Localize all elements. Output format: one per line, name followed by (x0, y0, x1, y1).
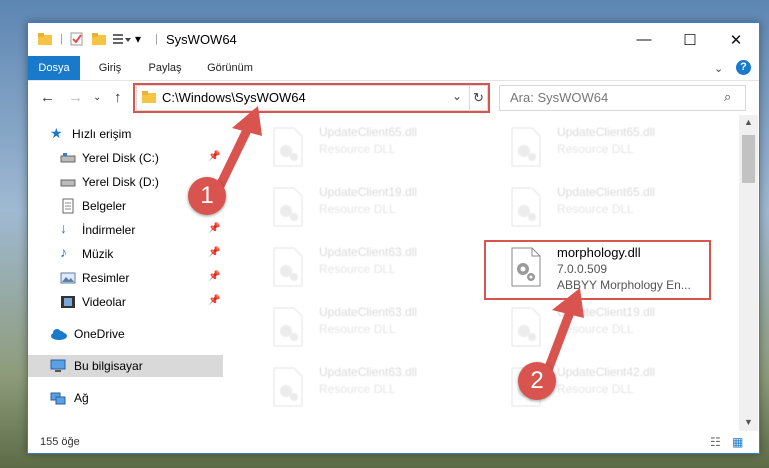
arrow-one-shaft (213, 123, 253, 195)
arrow-two-head (552, 288, 584, 318)
annotation-arrows (213, 106, 584, 375)
step-badge-two: 2 (518, 362, 556, 400)
step-badge-one: 1 (188, 177, 226, 215)
arrow-one-head (232, 106, 262, 136)
arrow-two-shaft (543, 307, 575, 375)
